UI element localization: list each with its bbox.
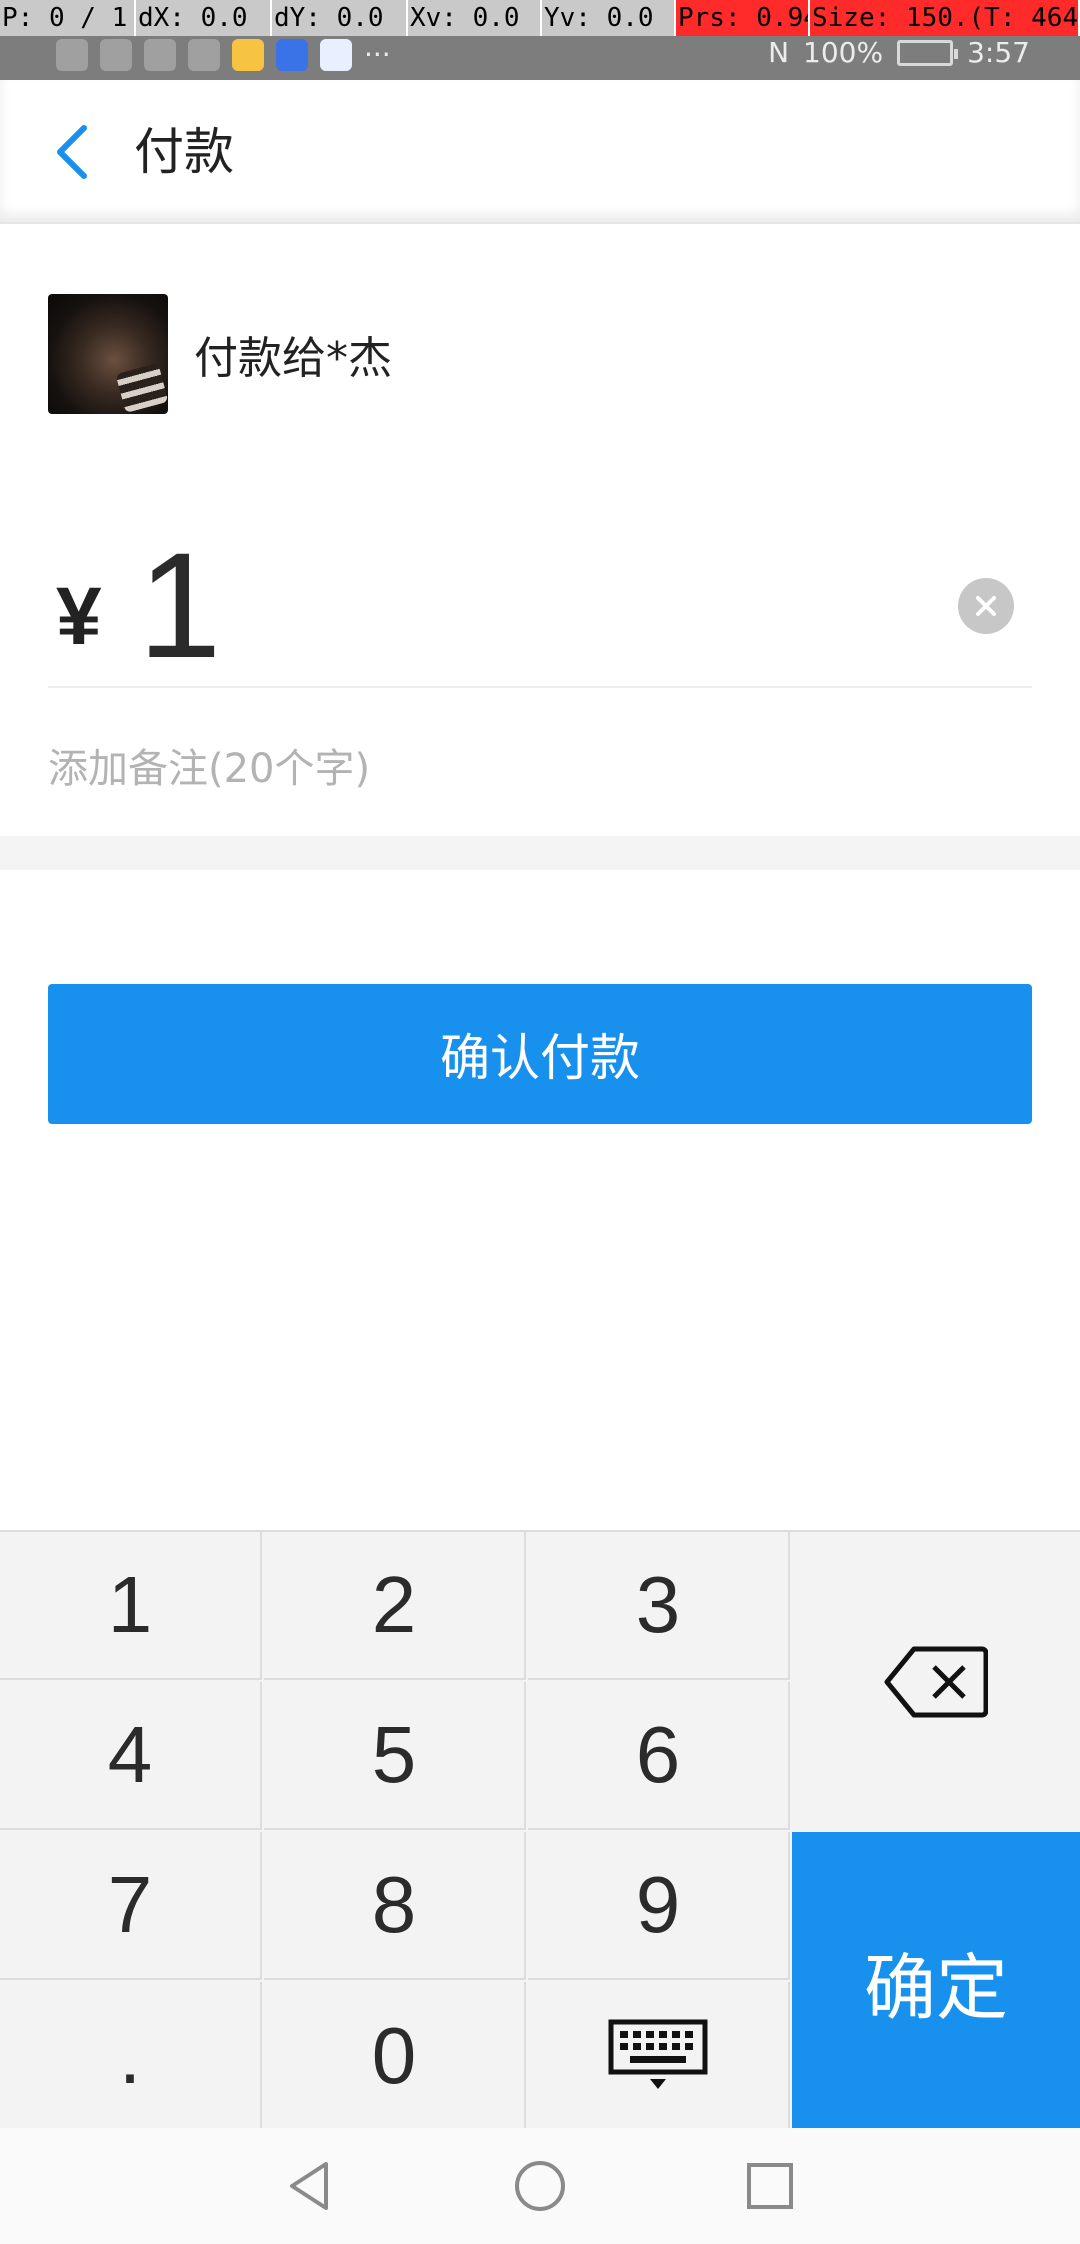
amount-value[interactable]: 1 — [138, 530, 221, 680]
debug-xv: Xv: 0.0 — [408, 0, 542, 36]
key-7[interactable]: 7 — [0, 1832, 262, 1980]
close-icon — [976, 596, 996, 616]
key-9[interactable]: 9 — [528, 1832, 790, 1980]
clear-amount-button[interactable] — [958, 578, 1014, 634]
music-icon — [276, 38, 308, 71]
payee-info: 付款给*杰 — [48, 294, 392, 414]
key-5[interactable]: 5 — [264, 1682, 526, 1830]
wifi-icon — [100, 38, 132, 71]
square-recents-icon — [747, 2163, 793, 2209]
usb-icon — [144, 38, 176, 71]
amount-field[interactable]: ¥ 1 — [48, 520, 1032, 688]
payee-name: 付款给*杰 — [194, 333, 392, 384]
system-nav-bar — [0, 2128, 1080, 2244]
more-icon: ··· — [364, 38, 391, 71]
page-title: 付款 — [134, 123, 234, 181]
key-3[interactable]: 3 — [528, 1532, 790, 1680]
battery-icon — [897, 39, 959, 66]
keyboard-icon — [608, 2019, 708, 2089]
debug-dy: dY: 0.0 — [272, 0, 408, 36]
ok-button[interactable]: 确定 — [792, 1832, 1080, 2130]
avatar — [48, 294, 168, 414]
key-decimal[interactable]: . — [0, 1982, 262, 2130]
debug-dx: dX: 0.0 — [136, 0, 272, 36]
status-icons: ··· — [56, 38, 391, 71]
backspace-icon — [884, 1646, 988, 1718]
debug-yv: Yv: 0.0 — [542, 0, 676, 36]
back-button[interactable] — [30, 110, 114, 194]
numeric-keypad: 1 2 3 4 5 6 7 8 9 . 0 确定 — [0, 1530, 1080, 2130]
weibo-icon — [232, 38, 264, 71]
circle-home-icon — [515, 2161, 565, 2211]
debug-overlay: P: 0 / 1 dX: 0.0 dY: 0.0 Xv: 0.0 Yv: 0.0… — [0, 0, 1080, 36]
nav-back-button[interactable] — [282, 2158, 338, 2214]
nav-recents-button[interactable] — [742, 2158, 798, 2214]
remark-input[interactable]: 添加备注(20个字) — [48, 736, 370, 794]
app-header: 付款 — [0, 80, 1080, 224]
chevron-left-icon — [57, 125, 87, 179]
status-right: N 100% 3:57 — [768, 36, 1030, 69]
triangle-back-icon — [290, 2162, 328, 2210]
nfc-icon: N — [768, 36, 790, 69]
alert-icon — [56, 38, 88, 71]
key-4[interactable]: 4 — [0, 1682, 262, 1830]
confirm-payment-button[interactable]: 确认付款 — [48, 984, 1032, 1124]
key-2[interactable]: 2 — [264, 1532, 526, 1680]
currency-symbol: ¥ — [56, 571, 102, 662]
debug-pressure: Prs: 0.94 — [676, 0, 810, 36]
section-divider — [0, 836, 1080, 870]
notification-icon — [188, 38, 220, 71]
debug-size: Size: 150.(T: 464383 — [810, 0, 1080, 36]
nav-home-button[interactable] — [512, 2158, 568, 2214]
clock: 3:57 — [967, 36, 1030, 69]
debug-pointer: P: 0 / 1 — [0, 0, 136, 36]
key-6[interactable]: 6 — [528, 1682, 790, 1830]
baidu-icon — [320, 38, 352, 71]
key-0[interactable]: 0 — [264, 1982, 526, 2130]
status-bar: ··· N 100% 3:57 — [0, 36, 1080, 80]
backspace-button[interactable] — [792, 1532, 1080, 1832]
key-8[interactable]: 8 — [264, 1832, 526, 1980]
key-1[interactable]: 1 — [0, 1532, 262, 1680]
battery-percent: 100% — [803, 36, 884, 69]
hide-keyboard-button[interactable] — [528, 1982, 790, 2130]
